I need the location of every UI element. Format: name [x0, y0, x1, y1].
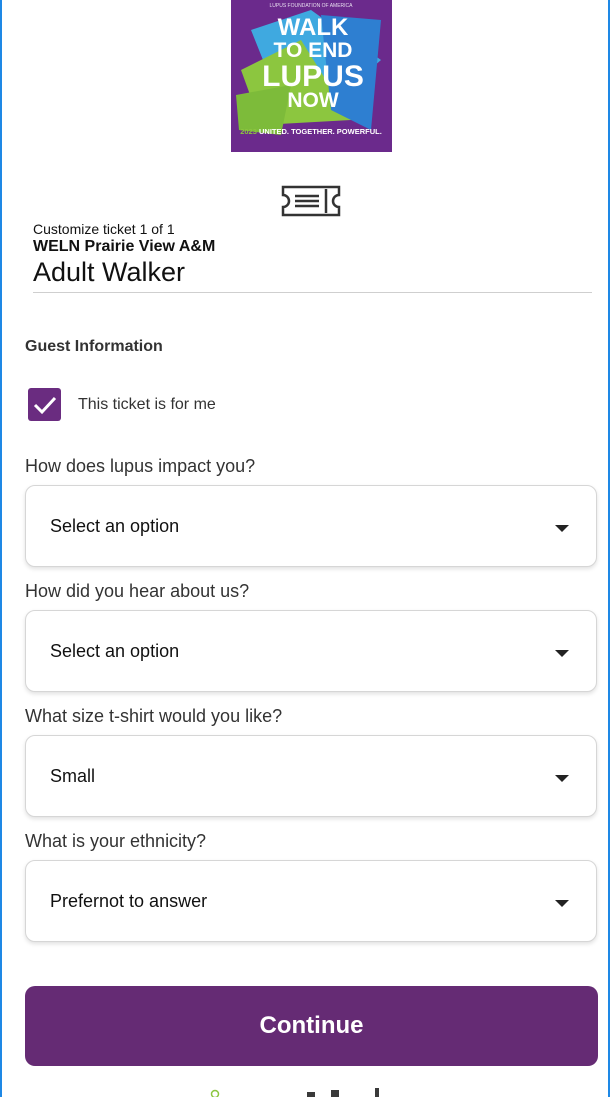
footer-logo-partial	[205, 1086, 405, 1097]
tshirt-size-label: What size t-shirt would you like?	[25, 706, 283, 726]
chevron-down-icon	[555, 900, 569, 907]
ethnicity-select[interactable]: Prefernot to answer	[25, 860, 597, 942]
divider	[33, 292, 592, 293]
logo-tagline: UNITED. TOGETHER. POWERFUL.	[259, 127, 382, 136]
hear-about-label: How did you hear about us?	[25, 581, 250, 601]
guest-information-heading: Guest Information	[25, 338, 163, 355]
ticket-counter: Customize ticket 1 of 1	[33, 221, 175, 237]
logo-org-text: LUPUS FOUNDATION OF AMERICA	[270, 3, 354, 9]
ticket-for-me-row[interactable]: This ticket is for me	[28, 388, 216, 421]
hear-about-select[interactable]: Select an option	[25, 610, 597, 692]
checkmark-icon	[33, 396, 56, 414]
chevron-down-icon	[555, 650, 569, 657]
walk-to-end-lupus-logo: LUPUS FOUNDATION OF AMERICA WALK TO END …	[231, 0, 392, 152]
ticket-for-me-checkbox[interactable]	[28, 388, 61, 421]
continue-button[interactable]: Continue	[25, 986, 598, 1066]
chevron-down-icon	[555, 525, 569, 532]
lupus-impact-select[interactable]: Select an option	[25, 485, 597, 567]
svg-text:2023 UNITED. TOGETHER. POWERFU: 2023 UNITED. TOGETHER. POWERFUL.	[240, 127, 382, 136]
chevron-down-icon	[555, 775, 569, 782]
ethnicity-value: Prefernot to answer	[50, 891, 208, 911]
logo-line-1: WALK	[278, 14, 349, 41]
hear-about-value: Select an option	[50, 641, 180, 661]
event-name: WELN Prairie View A&M	[33, 238, 216, 255]
logo-year: 2023	[240, 127, 257, 136]
logo-line-2: TO END	[274, 39, 353, 62]
tshirt-size-select[interactable]: Small	[25, 735, 597, 817]
tshirt-size-value: Small	[50, 766, 96, 786]
ethnicity-label: What is your ethnicity?	[25, 831, 207, 851]
ticket-for-me-label: This ticket is for me	[78, 395, 216, 413]
ticket-type: Adult Walker	[33, 257, 186, 287]
logo-line-4: NOW	[287, 89, 339, 112]
lupus-impact-label: How does lupus impact you?	[25, 456, 256, 476]
lupus-impact-value: Select an option	[50, 516, 180, 536]
ticket-icon	[280, 185, 342, 222]
